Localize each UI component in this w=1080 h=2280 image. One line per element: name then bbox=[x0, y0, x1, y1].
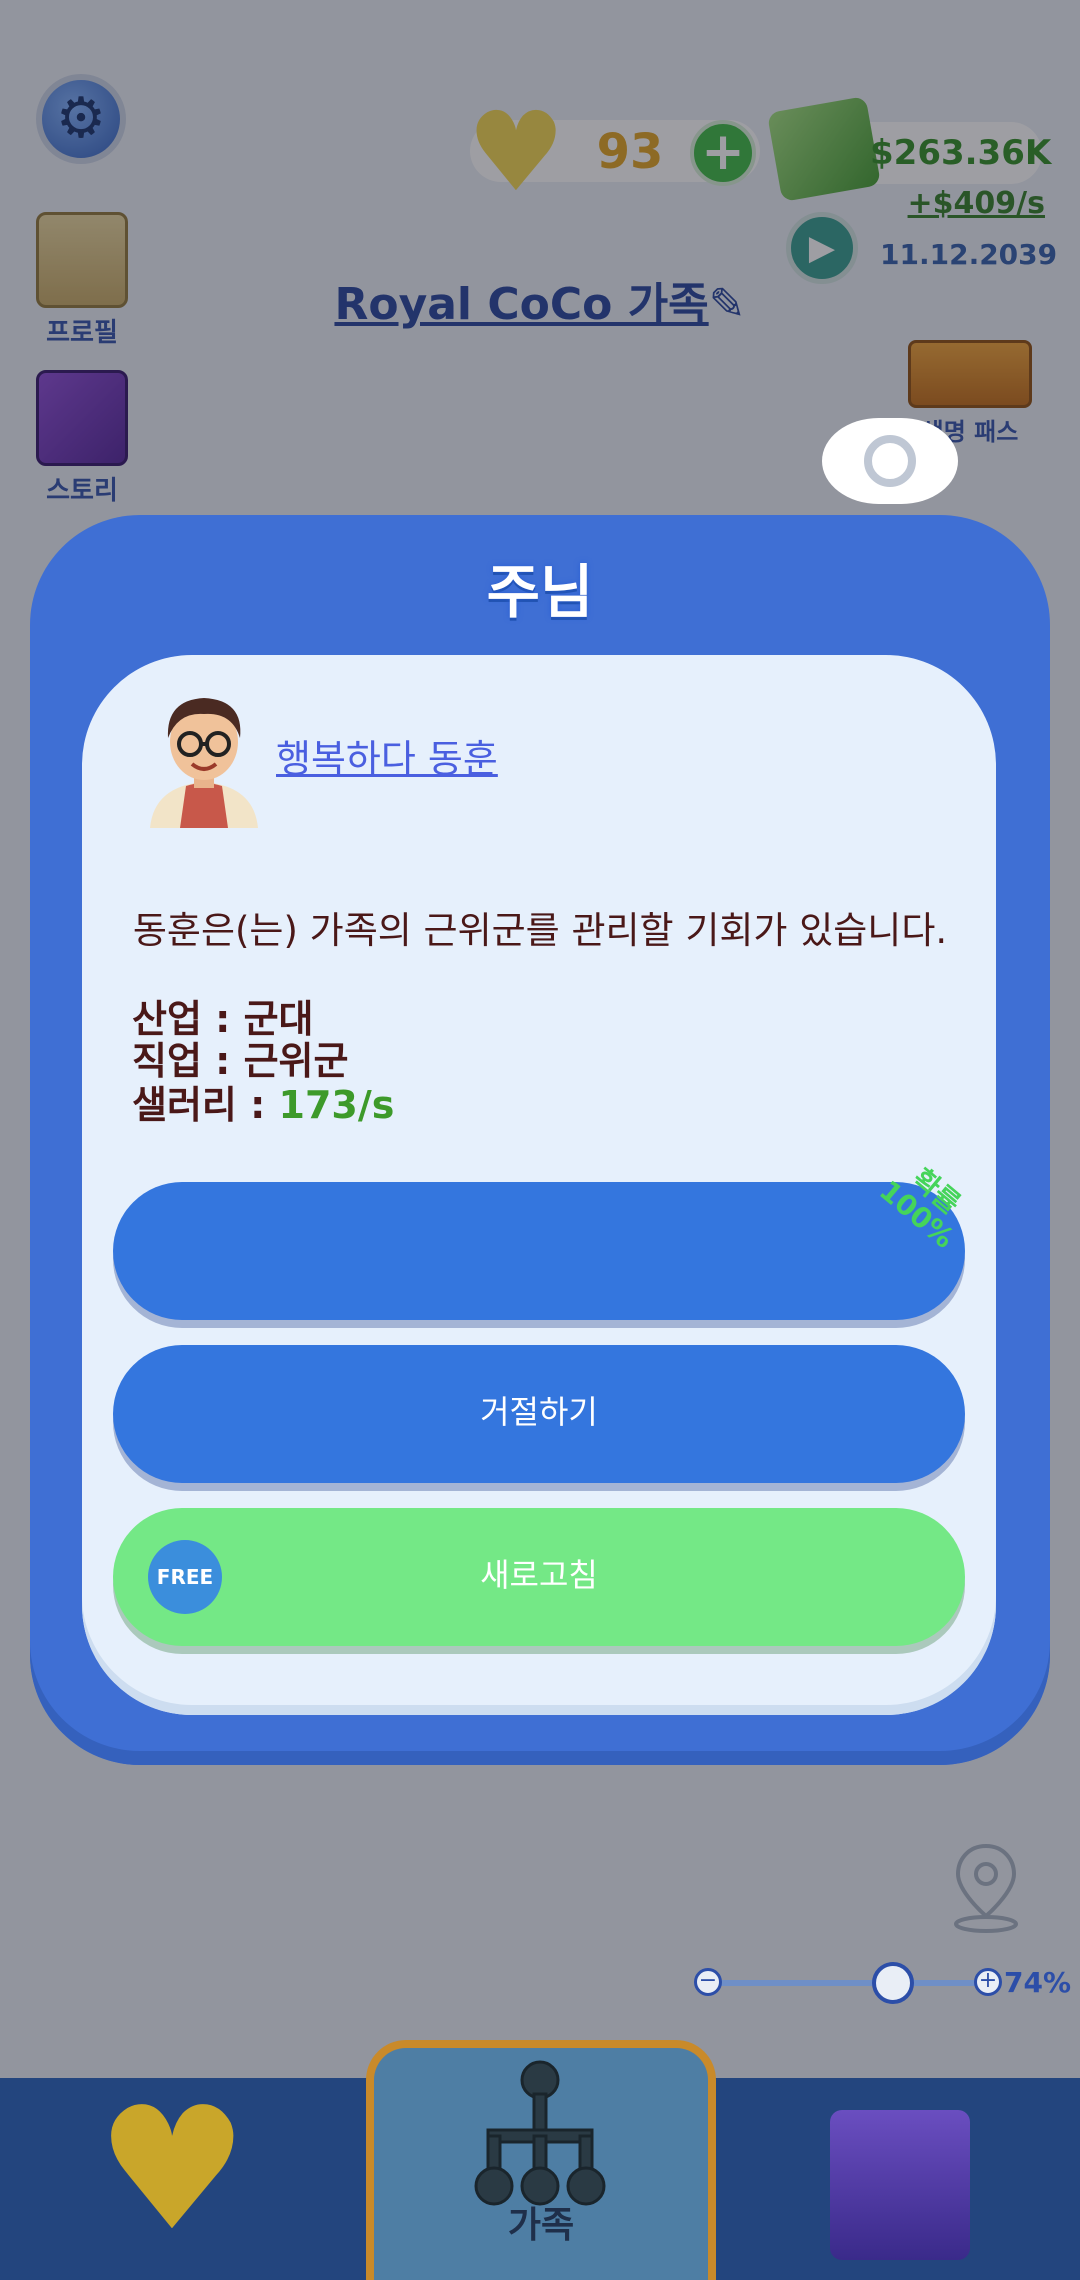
salary-value: 173/s bbox=[278, 1083, 395, 1127]
accept-button[interactable] bbox=[113, 1182, 965, 1320]
eye-icon[interactable] bbox=[822, 418, 958, 504]
nav-family-label: 가족 bbox=[507, 2205, 575, 2246]
reject-button[interactable]: 거절하기 bbox=[113, 1345, 965, 1483]
location-pin-icon[interactable] bbox=[950, 1842, 1022, 1934]
free-badge: FREE bbox=[148, 1540, 222, 1614]
family-tree-icon bbox=[474, 2060, 606, 2206]
nav-heart-icon[interactable]: ♥ bbox=[96, 2085, 248, 2255]
zoom-slider-knob[interactable] bbox=[872, 1962, 914, 2004]
zoom-out-icon[interactable]: − bbox=[694, 1968, 722, 1996]
salary-label: 샐러리 : bbox=[132, 1083, 279, 1127]
dialog-title: 주님 bbox=[486, 558, 594, 626]
offer-description: 동훈은(는) 가족의 근위군를 관리할 기회가 있습니다. bbox=[132, 909, 948, 952]
zoom-slider-track[interactable] bbox=[708, 1980, 988, 1986]
nav-business-icon[interactable] bbox=[830, 2110, 970, 2260]
zoom-level: 74% bbox=[1004, 1966, 1072, 1999]
person-avatar bbox=[150, 698, 258, 828]
zoom-in-icon[interactable]: + bbox=[974, 1968, 1002, 1996]
person-name-link[interactable]: 행복하다 동훈 bbox=[276, 728, 676, 783]
refresh-button[interactable]: 새로고침 bbox=[113, 1508, 965, 1646]
salary-row: 샐러리 : 173/s bbox=[132, 1074, 632, 1129]
